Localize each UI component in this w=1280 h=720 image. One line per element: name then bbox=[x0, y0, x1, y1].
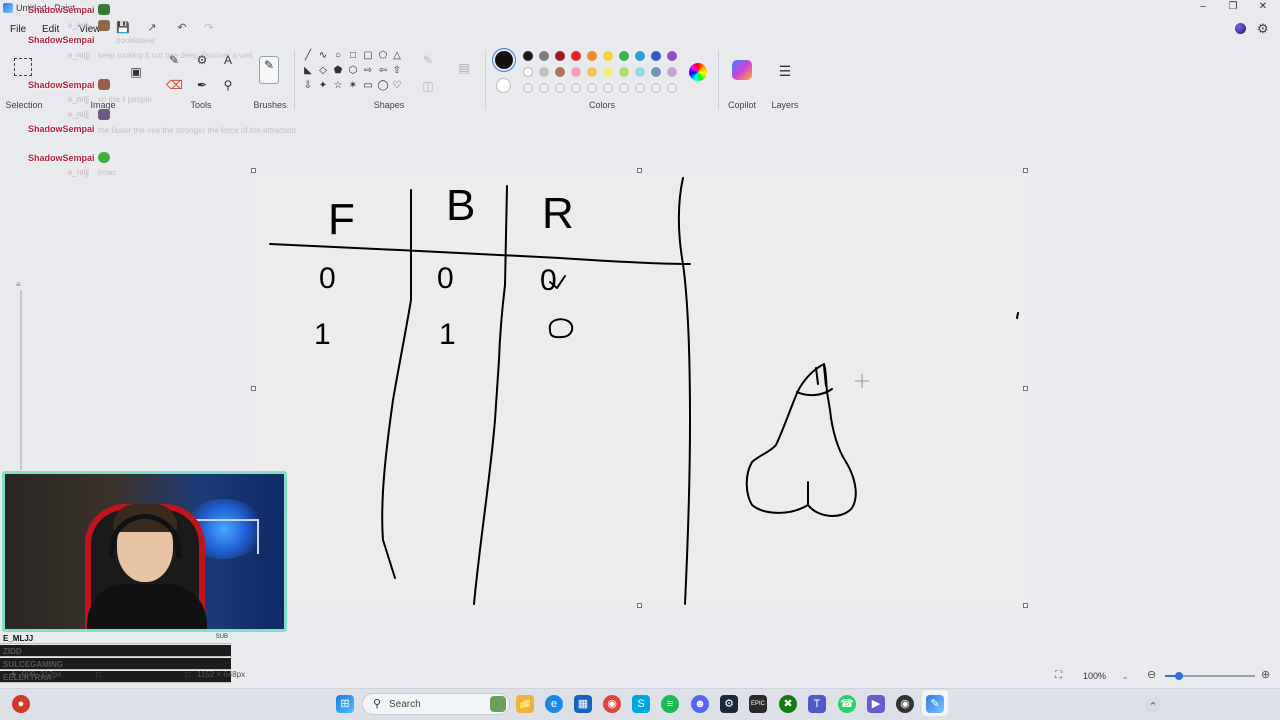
game-controller-icon[interactable]: ▶ bbox=[867, 695, 885, 713]
notification-app-icon[interactable]: ● bbox=[12, 695, 30, 713]
canvas-size-icon: □ bbox=[185, 670, 190, 679]
zoom-out-icon[interactable]: ⊖ bbox=[1147, 668, 1156, 681]
supporter-row: SULCEGAMING bbox=[0, 658, 231, 670]
zoom-dropdown[interactable]: 100% ⌄ bbox=[1073, 668, 1133, 684]
selection-size-icon: □ bbox=[96, 670, 101, 679]
file-explorer-icon[interactable]: 📁 bbox=[516, 695, 534, 713]
search-highlight-icon bbox=[490, 696, 506, 712]
table-vertical-line bbox=[677, 177, 691, 605]
table-horizontal-line bbox=[269, 243, 691, 265]
figure-cap-line bbox=[815, 367, 819, 385]
stray-mark bbox=[1016, 312, 1019, 319]
obs-icon[interactable]: ◉ bbox=[896, 695, 914, 713]
table-cell: 1 bbox=[439, 318, 456, 351]
tray-chevron-icon[interactable]: ⌃ bbox=[1146, 698, 1160, 713]
search-placeholder: Search bbox=[389, 699, 421, 710]
person-shirt bbox=[87, 584, 207, 629]
skype-icon[interactable]: S bbox=[632, 695, 650, 713]
streamer-name-bar: E_MLJJ SUB bbox=[0, 632, 231, 644]
teams-icon[interactable]: T bbox=[808, 695, 826, 713]
spotify-icon[interactable]: ≡ bbox=[661, 695, 679, 713]
table-vertical-line bbox=[473, 185, 508, 605]
streamer-name: E_MLJJ bbox=[3, 634, 34, 643]
header-cell: F bbox=[328, 195, 355, 244]
figure-outline bbox=[745, 363, 857, 517]
xbox-icon[interactable]: ✖ bbox=[779, 695, 797, 713]
webcam-overlay bbox=[2, 471, 287, 632]
start-icon[interactable]: ⊞ bbox=[336, 695, 354, 713]
store-icon[interactable]: ▦ bbox=[574, 695, 592, 713]
discord-icon[interactable]: ☻ bbox=[691, 695, 709, 713]
search-input[interactable]: ⚲ Search bbox=[362, 693, 510, 715]
table-cell: 0 bbox=[540, 264, 557, 297]
cursor-position-icon: ✚ bbox=[10, 670, 17, 679]
header-cell: B bbox=[446, 181, 475, 230]
steam-icon[interactable]: ⚙ bbox=[720, 695, 738, 713]
cursor-position: 909, 312px bbox=[22, 670, 62, 679]
chrome-icon[interactable]: ◉ bbox=[603, 695, 621, 713]
supporter-row: ZIDD bbox=[0, 645, 231, 657]
table-cell: 0 bbox=[319, 262, 336, 295]
canvas-size: 1152 × 648px bbox=[197, 670, 246, 679]
table-cell-mark bbox=[548, 318, 574, 339]
edge-icon[interactable]: e bbox=[545, 695, 563, 713]
crosshair-cursor-icon bbox=[855, 374, 869, 388]
header-cell: R bbox=[542, 189, 574, 238]
supporter-name: ZIDD bbox=[3, 647, 22, 656]
zoom-in-icon[interactable]: ⊕ bbox=[1261, 668, 1270, 681]
whatsapp-icon[interactable]: ☎ bbox=[838, 695, 856, 713]
paint-taskbar-icon[interactable]: ✎ bbox=[926, 695, 944, 713]
supporter-name: SULCEGAMING bbox=[3, 660, 63, 669]
search-icon: ⚲ bbox=[373, 698, 382, 710]
chevron-down-icon: ⌄ bbox=[1121, 671, 1129, 681]
streamer-panel: E_MLJJ SUB ZIDD SULCEGAMING EELEKTRAA bbox=[0, 632, 231, 690]
fit-to-window-icon[interactable]: ⛶ bbox=[1055, 670, 1062, 681]
zoom-value: 100% bbox=[1083, 671, 1107, 681]
table-cell: 0 bbox=[437, 262, 454, 295]
table-cell: 1 bbox=[314, 318, 331, 351]
epic-games-icon[interactable]: EPIC bbox=[749, 695, 767, 713]
zoom-slider-thumb[interactable] bbox=[1174, 672, 1183, 680]
table-vertical-line bbox=[381, 189, 412, 579]
sub-badge: SUB bbox=[215, 634, 228, 640]
